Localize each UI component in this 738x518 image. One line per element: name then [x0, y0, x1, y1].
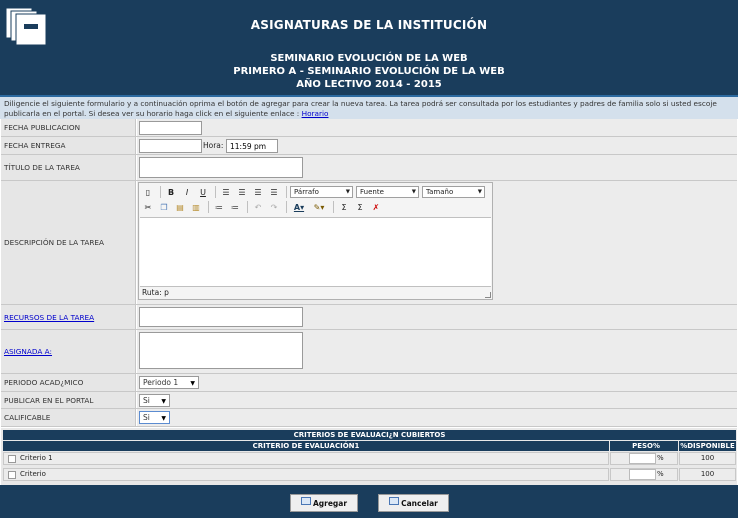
titulo-label: TÍTULO DE LA TAREA: [1, 155, 136, 180]
row-fecha-publicacion: FECHA PUBLICACION: [1, 119, 737, 137]
row-periodo: PERIODO ACAD¿MICO Periodo 1 ▼: [1, 374, 737, 392]
asignada-input[interactable]: [139, 332, 303, 369]
titulo-input[interactable]: [139, 157, 303, 178]
publicar-select[interactable]: Si ▼: [139, 394, 170, 407]
disponible-value: 100: [679, 468, 736, 481]
row-calificable: CALIFICABLE Si ▼: [1, 409, 737, 427]
calificable-label: CALIFICABLE: [1, 409, 136, 426]
pct-sign: %: [657, 454, 664, 462]
criterion-row: Criterio 1: [3, 452, 609, 465]
fecha-publicacion-label: FECHA PUBLICACION: [1, 119, 136, 136]
instructions-notice: Diligencie el siguiente formulario y a c…: [0, 95, 738, 119]
criterion-checkbox[interactable]: [8, 471, 16, 479]
instructions-text: Diligencie el siguiente formulario y a c…: [4, 99, 717, 118]
criterion-row: Criterio: [3, 468, 609, 481]
align-justify-icon[interactable]: ☰: [267, 186, 281, 199]
hora-label: Hora:: [203, 141, 224, 150]
text-color-icon[interactable]: A▾: [290, 201, 308, 214]
remove-format-icon[interactable]: ✗: [369, 201, 383, 214]
cut-icon[interactable]: ✂: [141, 201, 155, 214]
criterion-name: Criterio 1: [20, 454, 53, 462]
align-left-icon[interactable]: ☰: [219, 186, 233, 199]
editor-path: Ruta: p: [142, 288, 169, 297]
numbered-list-icon[interactable]: ≔: [228, 201, 242, 214]
bold-icon[interactable]: B: [164, 186, 178, 199]
asignada-link[interactable]: ASIGNADA A:: [4, 347, 52, 356]
rich-text-editor: ▯ B I U ☰ ☰ ☰ ☰ Párrafo ▼ Fuente ▼ Tamaño ▼: [138, 182, 493, 300]
descripcion-label: DESCRIPCIÓN DE LA TAREA: [1, 181, 136, 304]
row-titulo: TÍTULO DE LA TAREA: [1, 155, 737, 181]
row-publicar: PUBLICAR EN EL PORTAL Si ▼: [1, 392, 737, 409]
criteria-caption: CRITERIOS DE EVALUACI¿N CUBIERTOS: [3, 430, 736, 440]
peso-col-header: PESO%: [610, 441, 678, 451]
highlight-color-icon[interactable]: ✎▾: [310, 201, 328, 214]
periodo-select[interactable]: Periodo 1 ▼: [139, 376, 199, 389]
peso-input[interactable]: [629, 469, 656, 480]
publicar-label: PUBLICAR EN EL PORTAL: [1, 392, 136, 408]
size-select[interactable]: Tamaño ▼: [422, 186, 485, 198]
criterion-name: Criterio: [20, 470, 46, 478]
editor-resize-handle[interactable]: [485, 292, 491, 298]
align-center-icon[interactable]: ☰: [235, 186, 249, 199]
add-icon: [300, 497, 311, 505]
editor-content-area[interactable]: [140, 217, 491, 287]
italic-icon[interactable]: I: [180, 186, 194, 199]
row-asignada: ASIGNADA A:: [1, 330, 737, 374]
criteria-col-header: CRITERIO DE EVALUACIÓN1: [3, 441, 609, 451]
align-right-icon[interactable]: ☰: [251, 186, 265, 199]
subject-name: SEMINARIO EVOLUCIÓN DE LA WEB: [270, 53, 468, 64]
cancelar-button[interactable]: Cancelar: [378, 494, 449, 512]
copy-icon[interactable]: ❐: [157, 201, 171, 214]
criterion-checkbox[interactable]: [8, 455, 16, 463]
paste-word-icon[interactable]: ▥: [189, 201, 203, 214]
disponible-col-header: %DISPONIBLE: [679, 441, 736, 451]
editor-toolbar-row2: ✂ ❐ ▤ ▥ ≔ ≔ ↶ ↷ A▾ ✎▾ Σ Σ ✗: [141, 200, 385, 214]
recursos-label: RECURSOS DE LA TAREA: [1, 305, 136, 329]
periodo-label: PERIODO ACAD¿MICO: [1, 374, 136, 391]
recursos-input[interactable]: [139, 307, 303, 327]
institution-title: ASIGNATURAS DE LA INSTITUCIÓN: [250, 18, 488, 32]
paste-icon[interactable]: ▤: [173, 201, 187, 214]
hora-input[interactable]: [226, 139, 278, 153]
school-year: AÑO LECTIVO 2014 - 2015: [296, 79, 442, 90]
redo-icon[interactable]: ↷: [267, 201, 281, 214]
disponible-value: 100: [679, 452, 736, 465]
subscript-icon[interactable]: Σ: [337, 201, 351, 214]
cancel-icon: [389, 497, 400, 505]
bullet-list-icon[interactable]: ≔: [212, 201, 226, 214]
undo-icon[interactable]: ↶: [251, 201, 265, 214]
font-select[interactable]: Fuente ▼: [356, 186, 419, 198]
calificable-select[interactable]: Si ▼: [139, 411, 170, 424]
course-name: PRIMERO A - SEMINARIO EVOLUCIÓN DE LA WE…: [233, 66, 505, 77]
fecha-entrega-label: FECHA ENTREGA: [1, 137, 136, 154]
peso-input[interactable]: [629, 453, 656, 464]
row-descripcion: DESCRIPCIÓN DE LA TAREA ▯ B I U ☰ ☰ ☰ ☰ …: [1, 181, 737, 305]
underline-icon[interactable]: U: [196, 186, 210, 199]
editor-toolbar-row1: ▯ B I U ☰ ☰ ☰ ☰ Párrafo ▼ Fuente ▼ Tamaño ▼: [141, 185, 488, 199]
page-header: ASIGNATURAS DE LA INSTITUCIÓN SEMINARIO …: [0, 0, 738, 95]
fecha-entrega-input[interactable]: [139, 139, 202, 153]
form-footer: Agregar Cancelar: [0, 485, 738, 518]
row-recursos: RECURSOS DE LA TAREA: [1, 305, 737, 330]
criteria-table: CRITERIOS DE EVALUACI¿N CUBIERTOS CRITER…: [1, 428, 737, 485]
pct-sign: %: [657, 470, 664, 478]
fecha-publicacion-input[interactable]: [139, 121, 202, 135]
sum-icon[interactable]: Σ: [353, 201, 367, 214]
horario-link[interactable]: Horario: [302, 109, 329, 118]
agregar-button[interactable]: Agregar: [290, 494, 358, 512]
asignada-label: ASIGNADA A:: [1, 330, 136, 373]
paragraph-select[interactable]: Párrafo ▼: [290, 186, 353, 198]
recursos-link[interactable]: RECURSOS DE LA TAREA: [4, 313, 94, 322]
new-document-icon[interactable]: ▯: [141, 186, 155, 199]
row-fecha-entrega: FECHA ENTREGA Hora:: [1, 137, 737, 155]
